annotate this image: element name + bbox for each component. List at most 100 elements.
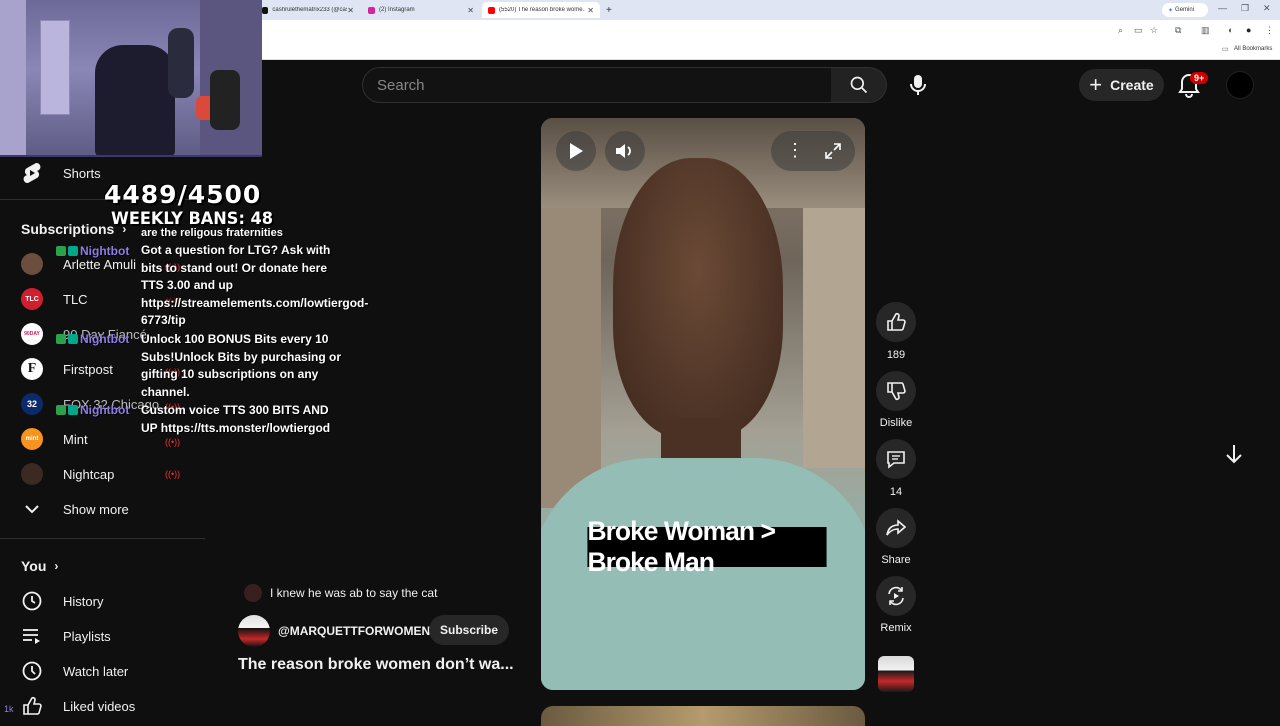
sidebar-item-label: Shorts [63, 165, 101, 181]
minimize-icon[interactable]: — [1218, 3, 1227, 13]
sidebar-item-label: History [63, 593, 104, 609]
account-avatar[interactable] [1226, 71, 1254, 99]
tab-2-label: (2) Instagram [379, 7, 415, 13]
channel-avatar [238, 615, 270, 647]
create-label: Create [1110, 77, 1154, 93]
tab-2[interactable]: (2) Instagram ✕ [362, 2, 480, 18]
search-input[interactable]: Search [362, 67, 832, 103]
chat-message: Got a question for LTG? Ask with bits to… [141, 243, 369, 328]
play-button[interactable] [556, 131, 596, 171]
voice-search-button[interactable] [900, 67, 936, 103]
account-icon[interactable]: ● [1246, 25, 1251, 35]
cast-icon[interactable]: ▭ [1134, 25, 1143, 36]
sidebar-item-channel[interactable]: mint Mint [20, 424, 88, 454]
close-icon[interactable]: ✕ [587, 6, 594, 15]
sidebar-item-label: Liked videos [63, 698, 136, 714]
close-window-icon[interactable]: ✕ [1263, 3, 1271, 14]
bookmarks-folder-icon: ▭ [1222, 46, 1229, 53]
share-label: Share [881, 554, 911, 566]
show-more-button[interactable]: Show more [20, 494, 129, 524]
restore-icon[interactable]: ❐ [1241, 3, 1249, 14]
subscribe-button[interactable]: Subscribe [429, 615, 509, 645]
channel-avatar-wrap: TLC [20, 287, 44, 311]
streamer-webcam [0, 0, 262, 157]
channel-name: TLC [63, 291, 88, 307]
sidebar-item-channel[interactable]: F Firstpost [20, 354, 113, 384]
sidebar-item-liked-videos[interactable]: Liked videos [20, 691, 135, 721]
short-video-player[interactable] [541, 118, 865, 690]
avatar: TLC [21, 288, 43, 310]
dislike-button[interactable] [876, 371, 916, 411]
sidebar-item-channel[interactable]: TLC TLC [20, 284, 88, 314]
tab-3-active[interactable]: (5520) The reason broke wome... ✕ [482, 2, 600, 18]
menu-dots-icon[interactable]: ⋮ [1265, 25, 1274, 36]
sidebar-item-shorts[interactable]: Shorts [20, 158, 101, 188]
tab-1[interactable]: cashrulethematrix233 (@cashru... ✕ [256, 2, 360, 18]
dislike-label: Dislike [879, 417, 913, 429]
gaming-chair [95, 45, 175, 155]
sidebar-item-watch-later[interactable]: Watch later [20, 656, 128, 686]
chevron-down-icon [20, 497, 44, 521]
background-door [541, 208, 601, 508]
verified-badge-icon [56, 405, 66, 415]
gemini-icon: ✦ [1168, 7, 1174, 14]
avatar: 90DAY [21, 323, 43, 345]
playlists-icon [20, 624, 44, 648]
channel-avatar-wrap [20, 462, 44, 486]
remix-button[interactable] [876, 576, 916, 616]
bot-badge-icon [68, 334, 78, 344]
channel-avatar-wrap: 32 [20, 392, 44, 416]
gemini-button[interactable]: ✦ Gemini [1162, 3, 1208, 17]
verified-badge-icon [56, 334, 66, 344]
star-icon[interactable]: ☆ [1150, 25, 1158, 36]
live-icon: ((•)) [165, 437, 181, 447]
channel-avatar-wrap [20, 252, 44, 276]
sidebar-item-playlists[interactable]: Playlists [20, 621, 111, 651]
chat-author: Nightbot [56, 332, 129, 346]
comment-preview[interactable]: I knew he was ab to say the cat [244, 584, 437, 602]
chevron-right-icon: › [54, 559, 59, 573]
comment-preview-text: I knew he was ab to say the cat [270, 586, 438, 600]
avatar: 32 [21, 393, 43, 415]
chat-author: Nightbot [56, 244, 129, 258]
create-button[interactable]: + Create [1079, 69, 1164, 101]
video-title[interactable]: The reason broke women don’t wa... [238, 656, 514, 674]
next-video-preview[interactable] [541, 706, 865, 726]
more-options-icon[interactable]: ⋮ [786, 140, 804, 161]
volume-button[interactable] [605, 131, 645, 171]
search-button[interactable] [831, 67, 887, 103]
remix-icon [888, 586, 904, 606]
profile-icon[interactable]: ◐ [1228, 25, 1233, 35]
tab-3-label: (5520) The reason broke wome... [499, 7, 585, 13]
share-button[interactable] [876, 508, 916, 548]
watch-later-icon [20, 659, 44, 683]
sidebar-item-channel[interactable]: Nightcap [20, 459, 114, 489]
remix-label: Remix [880, 622, 912, 634]
volume-icon [616, 144, 631, 158]
fullscreen-icon[interactable] [824, 142, 842, 160]
you-section-title[interactable]: You › [21, 558, 58, 574]
zoom-icon[interactable]: ⌕ [1118, 25, 1123, 36]
channel-link[interactable]: @MARQUETTFORWOMEN [238, 615, 430, 647]
sidebar-item-history[interactable]: History [20, 586, 103, 616]
extensions-icon[interactable]: ⧉ [1175, 25, 1181, 36]
arrow-down-icon[interactable] [1222, 442, 1246, 466]
search-placeholder: Search [377, 76, 425, 94]
avatar [21, 463, 43, 485]
search-icon [850, 76, 867, 94]
like-button[interactable] [876, 302, 916, 342]
plus-icon: + [1089, 72, 1103, 97]
all-bookmarks-label[interactable]: All Bookmarks [1234, 46, 1272, 52]
sidebar-divider [0, 538, 205, 539]
close-icon[interactable]: ✕ [347, 6, 354, 15]
comments-button[interactable] [876, 439, 916, 479]
new-tab-button[interactable]: + [600, 2, 616, 18]
chat-fragment: are the religous fraternities [141, 227, 283, 239]
channel-name: Firstpost [63, 361, 113, 377]
subscribe-label: Subscribe [439, 623, 499, 637]
chat-message: Unlock 100 BONUS Bits every 10 Subs!Unlo… [141, 332, 342, 399]
sidebar-icon[interactable]: ▥ [1201, 25, 1210, 36]
close-icon[interactable]: ✕ [467, 6, 474, 15]
notification-count-badge: 9+ [1190, 72, 1209, 84]
sound-thumbnail[interactable] [878, 656, 914, 692]
